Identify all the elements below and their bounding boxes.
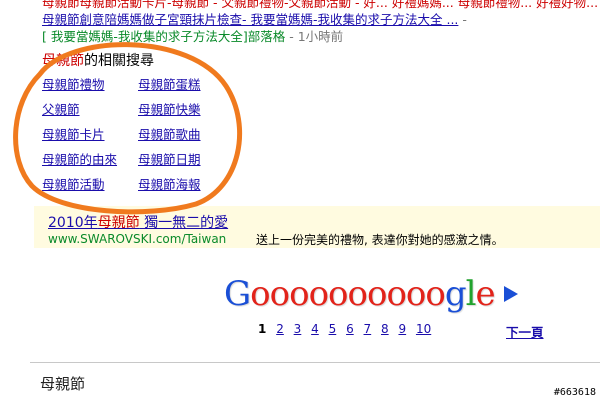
google-pagination-logo: Goooooooooogle: [224, 274, 496, 314]
logo-letter-l: l: [465, 274, 477, 314]
next-arrow-icon[interactable]: [504, 286, 518, 302]
ad-description: 送上一份完美的禮物, 表達你對她的感激之情。: [256, 233, 504, 247]
logo-letter-g: g: [444, 274, 467, 314]
related-title-rest: 的相關搜尋: [84, 53, 154, 69]
result-age: 1小時前: [297, 29, 344, 44]
related-search-link[interactable]: 母親節卡片: [42, 126, 138, 143]
search-results-top: 母親節母親節活動卡片-母親節 - 父親節禮物-父親節活動 - 好... 好禮媽媽…: [42, 0, 600, 45]
result-title-link[interactable]: 母親節創意陪媽媽做子宮頸抹片檢查- 我要當媽媽-我收集的求子方法大全 ...: [42, 12, 458, 27]
watermark: #663618: [553, 387, 596, 398]
related-searches: 母親節的相關搜尋 母親節禮物 母親節蛋糕 父親節 母親節快樂 母親節卡片 母親節…: [42, 50, 234, 193]
bottom-search-bar: 母親節: [30, 362, 600, 401]
page-link[interactable]: 8: [381, 322, 389, 336]
ad-title-highlight: 母親節: [97, 215, 140, 231]
page-numbers: 1 2 3 4 5 6 7 8 9 10: [258, 322, 437, 336]
separator: -: [462, 12, 467, 27]
ad-title-prefix: 2010年: [48, 215, 98, 231]
separator: -: [289, 29, 294, 44]
page-link[interactable]: 6: [346, 322, 354, 336]
page-link[interactable]: 2: [276, 322, 284, 336]
related-search-link[interactable]: 母親節蛋糕: [138, 76, 234, 93]
result-source: [ 我要當媽媽-我收集的求子方法大全]部落格: [42, 29, 286, 44]
related-search-link[interactable]: 父親節: [42, 101, 138, 118]
related-title-highlight: 母親節: [42, 53, 84, 69]
page-link[interactable]: 5: [329, 322, 337, 336]
logo-letter-e: e: [475, 274, 496, 314]
ad-title-rest: 獨一無二的愛: [139, 215, 229, 231]
related-search-link[interactable]: 母親節歌曲: [138, 126, 234, 143]
current-page: 1: [258, 322, 267, 336]
next-page-link[interactable]: 下一頁: [506, 322, 544, 341]
related-search-link[interactable]: 母親節禮物: [42, 76, 138, 93]
related-searches-title: 母親節的相關搜尋: [42, 50, 234, 70]
result-snippet-line: 母親節母親節活動卡片-母親節 - 父親節禮物-父親節活動 - 好... 好禮媽媽…: [42, 0, 599, 10]
page-link[interactable]: 9: [398, 322, 406, 336]
logo-letters-o: oooooooooo: [250, 274, 446, 314]
related-search-link[interactable]: 母親節的由來: [42, 151, 138, 168]
related-search-link[interactable]: 母親節快樂: [138, 101, 234, 118]
ad-title-link[interactable]: 2010年母親節 獨一無二的愛: [48, 212, 228, 232]
page-link[interactable]: 4: [311, 322, 319, 336]
page-link[interactable]: 10: [416, 322, 431, 336]
page-link[interactable]: 3: [294, 322, 302, 336]
search-input[interactable]: 母親節: [40, 373, 85, 394]
sponsored-ad: 2010年母親節 獨一無二的愛 www.SWAROVSKI.com/Taiwan…: [34, 206, 600, 248]
ad-url: www.SWAROVSKI.com/Taiwan: [48, 232, 227, 246]
logo-letter-G: G: [224, 274, 251, 314]
related-search-link[interactable]: 母親節海報: [138, 176, 234, 193]
result-title-line: 母親節創意陪媽媽做子宮頸抹片檢查- 我要當媽媽-我收集的求子方法大全 ... -: [42, 11, 600, 28]
result-source-line: [ 我要當媽媽-我收集的求子方法大全]部落格 - 1小時前: [42, 28, 600, 45]
related-search-link[interactable]: 母親節活動: [42, 176, 138, 193]
related-search-link[interactable]: 母親節日期: [138, 151, 234, 168]
related-searches-grid: 母親節禮物 母親節蛋糕 父親節 母親節快樂 母親節卡片 母親節歌曲 母親節的由來…: [42, 76, 234, 193]
page-link[interactable]: 7: [364, 322, 372, 336]
